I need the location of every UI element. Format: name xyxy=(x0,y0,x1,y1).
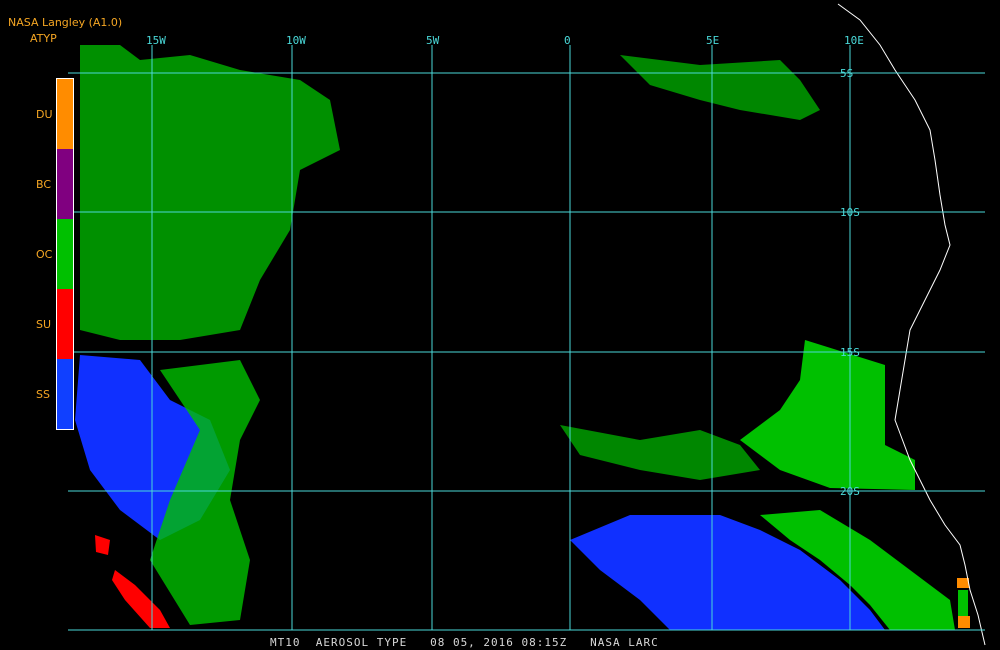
lon-label: 5E xyxy=(706,34,719,47)
lat-label: 10S xyxy=(840,206,860,219)
oc-pixels-coast xyxy=(958,590,968,616)
legend-label-oc: OC xyxy=(36,248,53,261)
legend-label-su: SU xyxy=(36,318,52,331)
lat-label: 20S xyxy=(840,485,860,498)
lon-label: 10E xyxy=(844,34,864,47)
oc-region-east xyxy=(740,340,915,490)
legend-swatch-ss xyxy=(57,359,73,429)
du-pixels-2 xyxy=(958,616,970,628)
footer-caption: MT10 AEROSOL TYPE 08 05, 2016 08:15Z NAS… xyxy=(270,636,659,649)
legend-swatch-du xyxy=(57,79,73,149)
oc-region-coastal xyxy=(560,425,760,480)
lon-label: 15W xyxy=(146,34,166,47)
du-pixels xyxy=(957,578,969,588)
oc-region-ne xyxy=(620,55,820,120)
lat-label: 5S xyxy=(840,67,853,80)
aerosol-type-legend xyxy=(56,78,74,430)
legend-swatch-bc xyxy=(57,149,73,219)
aerosol-pixels xyxy=(75,45,970,630)
lon-label: 5W xyxy=(426,34,440,47)
legend-swatch-su xyxy=(57,289,73,359)
legend-label-ss: SS xyxy=(36,388,50,401)
legend-label-bc: BC xyxy=(36,178,52,191)
aerosol-map: 15W 10W 5W 0 5E 10E 5S 10S 15S 20S xyxy=(68,3,986,646)
lon-label: 10W xyxy=(286,34,306,47)
oc-region-nw xyxy=(80,45,340,340)
legend-swatch-oc xyxy=(57,219,73,289)
legend-label-du: DU xyxy=(36,108,53,121)
lon-label: 0 xyxy=(564,34,571,47)
lat-label: 15S xyxy=(840,346,860,359)
